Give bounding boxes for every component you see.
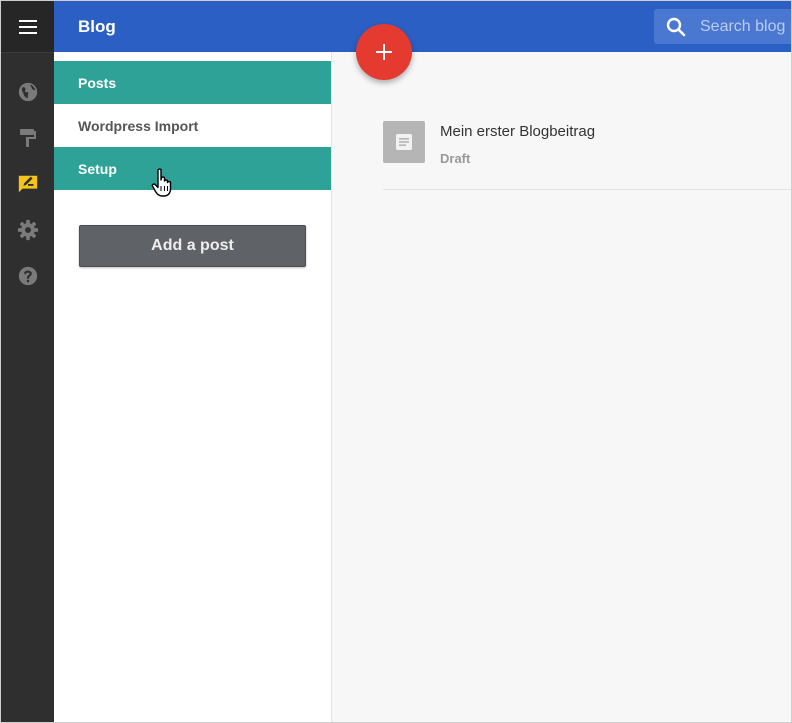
- gear-icon: [17, 219, 38, 241]
- rail-item-settings[interactable]: [1, 215, 54, 245]
- sidebar-item-label: Setup: [78, 160, 117, 177]
- new-post-fab[interactable]: [356, 24, 412, 80]
- hand-cursor-icon: [151, 168, 172, 197]
- help-icon: [18, 266, 37, 286]
- search-box[interactable]: [654, 9, 791, 44]
- post-list-panel: Mein erster Blogbeitrag Draft: [332, 52, 791, 722]
- rail-item-help[interactable]: [1, 261, 54, 291]
- rail-item-design[interactable]: [1, 123, 54, 153]
- sidebar-item-label: Wordpress Import: [78, 117, 199, 134]
- sidebar-item-posts[interactable]: Posts: [54, 61, 331, 104]
- sidebar-item-label: Posts: [78, 74, 117, 91]
- paint-roller-icon: [19, 129, 36, 147]
- post-status: Draft: [440, 151, 471, 166]
- document-icon: [383, 121, 425, 163]
- rail-item-blog[interactable]: [1, 169, 54, 199]
- search-input[interactable]: [698, 16, 791, 37]
- blog-edit-icon: [18, 175, 37, 193]
- menu-button[interactable]: [1, 1, 54, 53]
- post-list-item[interactable]: Mein erster Blogbeitrag Draft: [383, 118, 791, 190]
- plus-icon: [376, 44, 392, 60]
- post-title: Mein erster Blogbeitrag: [440, 123, 596, 140]
- add-post-button[interactable]: Add a post: [79, 225, 306, 267]
- sidebar-item-setup[interactable]: Setup: [54, 147, 331, 190]
- globe-icon: [18, 82, 37, 102]
- page-title: Blog: [78, 17, 116, 36]
- icon-rail: [1, 1, 54, 722]
- hamburger-icon: [18, 19, 37, 34]
- blog-sidebar: Posts Wordpress Import Setup Add a post: [54, 52, 332, 722]
- search-icon: [666, 17, 686, 37]
- rail-item-sites[interactable]: [1, 77, 54, 107]
- app-window: Blog Posts Wordpress Import Setup Add a …: [0, 0, 792, 723]
- top-header: Blog: [54, 1, 791, 52]
- sidebar-item-wordpress-import[interactable]: Wordpress Import: [54, 104, 331, 147]
